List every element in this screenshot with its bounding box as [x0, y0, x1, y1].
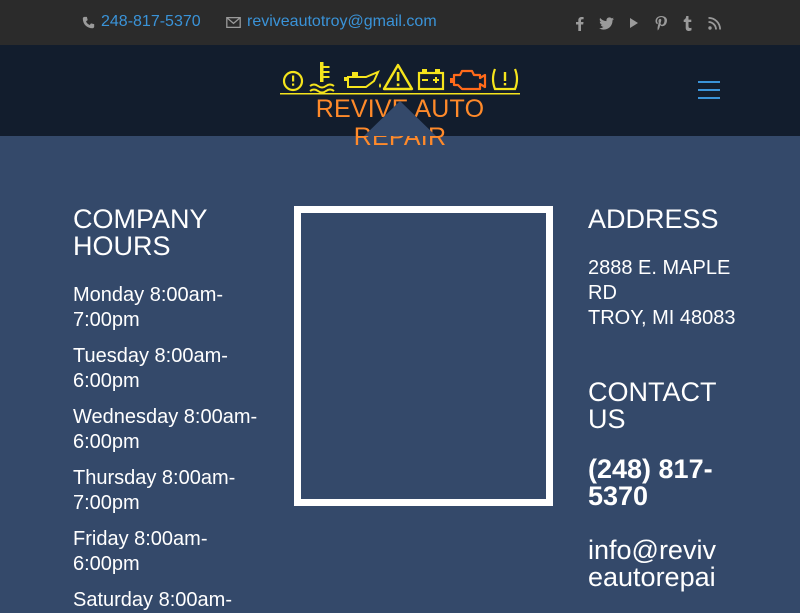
contact-email-link[interactable]: info@reviveautorepai: [588, 537, 718, 591]
company-hours-section: COMPANY HOURS Monday 8:00am-7:00pm Tuesd…: [73, 206, 263, 613]
engine-icon: [450, 69, 487, 91]
hamburger-menu-icon[interactable]: [698, 81, 720, 99]
topbar-email-text: reviveautotroy@gmail.com: [247, 13, 437, 30]
rss-icon[interactable]: [701, 14, 728, 32]
contact-phone-link[interactable]: (248) 817-5370: [588, 456, 738, 510]
tpms-icon: [491, 68, 519, 91]
address-text: 2888 E. MAPLE RD TROY, MI 48083: [588, 256, 738, 331]
twitter-icon[interactable]: [593, 14, 620, 32]
hours-item: Monday 8:00am-7:00pm: [73, 284, 224, 331]
hours-item: Saturday 8:00am-: [73, 589, 232, 611]
address-heading: ADDRESS: [588, 204, 719, 234]
hours-item: Wednesday 8:00am-6:00pm: [73, 406, 258, 453]
hours-item: Tuesday 8:00am-6:00pm: [73, 345, 228, 392]
warning-triangle-icon: [382, 63, 414, 91]
address-line: TROY, MI 48083: [588, 307, 736, 329]
header-pointer-notch: [364, 101, 436, 136]
envelope-icon: [226, 16, 241, 28]
top-bar: 248-817-5370 reviveautotroy@gmail.com: [0, 0, 800, 45]
pinterest-icon[interactable]: [647, 14, 674, 32]
hours-heading: COMPANY HOURS: [73, 204, 208, 261]
phone-icon: [82, 16, 95, 28]
address-line: 2888 E. MAPLE RD: [588, 257, 731, 304]
topbar-email-link[interactable]: reviveautotroy@gmail.com: [226, 13, 437, 31]
logo-icons: [280, 62, 520, 95]
contact-heading: CONTACT US: [588, 377, 716, 434]
youtube-icon[interactable]: [620, 14, 647, 32]
oil-can-icon: [344, 70, 381, 88]
hours-item: Thursday 8:00am-7:00pm: [73, 467, 236, 514]
coolant-temp-icon: [309, 62, 335, 94]
topbar-phone-text: 248-817-5370: [101, 13, 201, 30]
tire-pressure-icon: [282, 70, 304, 92]
tumblr-icon[interactable]: [674, 14, 701, 32]
address-contact-section: ADDRESS 2888 E. MAPLE RD TROY, MI 48083 …: [588, 206, 738, 591]
hours-item: Friday 8:00am-6:00pm: [73, 528, 208, 575]
map-embed[interactable]: [294, 206, 553, 506]
facebook-icon[interactable]: [566, 14, 593, 32]
battery-icon: [417, 69, 445, 91]
social-links: [566, 14, 728, 32]
topbar-phone-link[interactable]: 248-817-5370: [82, 13, 201, 31]
